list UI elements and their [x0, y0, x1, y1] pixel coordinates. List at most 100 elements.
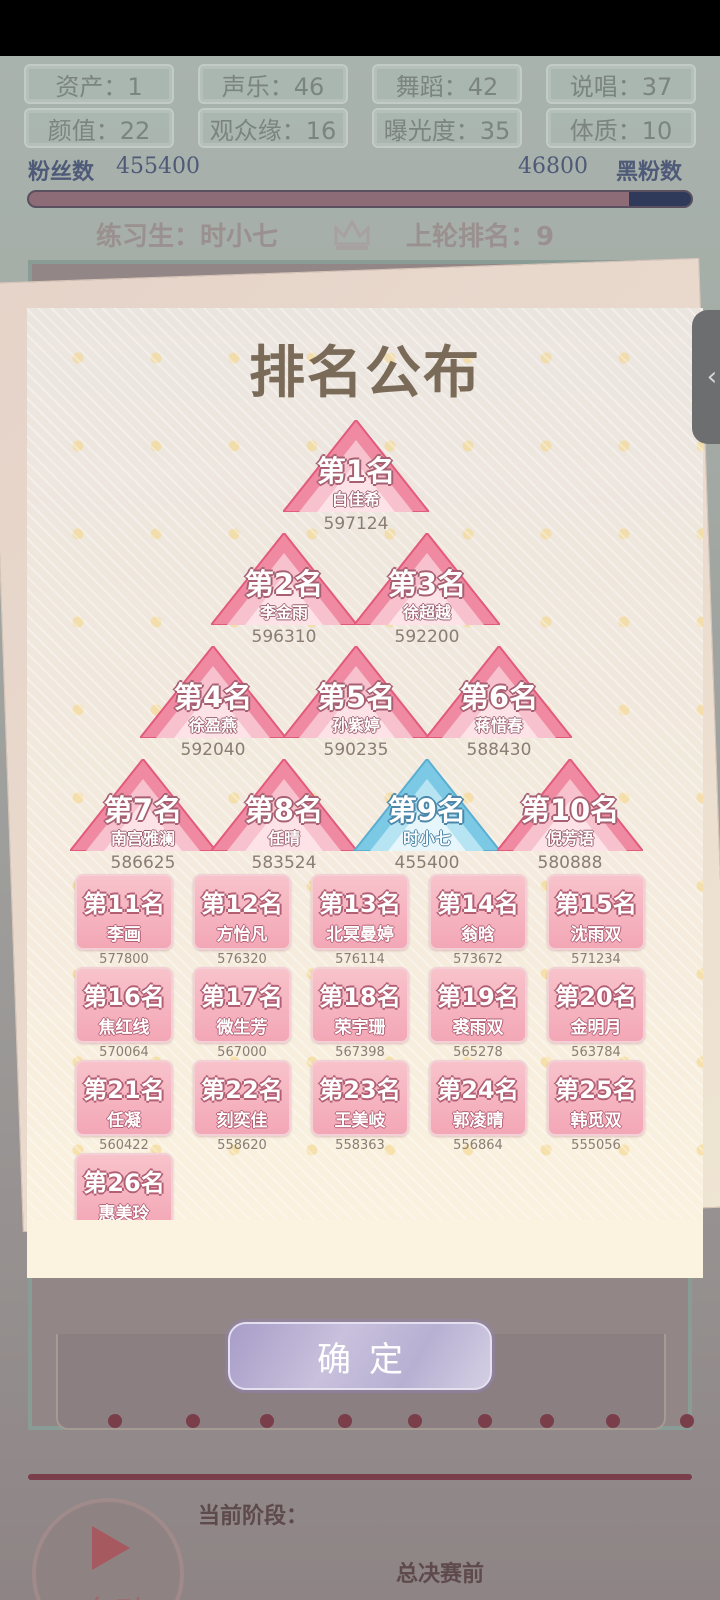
rank-triangle: 第1名 白佳希: [283, 420, 429, 512]
stat-box: 体质：10: [546, 108, 696, 148]
rank-number: 第19名: [437, 983, 519, 1011]
trainee-name: 金明月: [570, 1018, 622, 1038]
trainee-name: 翁晗: [461, 925, 495, 945]
stat-box: 舞蹈：42: [372, 64, 522, 104]
trainee-name: 南宫雅澜: [110, 829, 175, 848]
rank-score: 573672: [453, 952, 503, 967]
rank-triangle: 第3名徐超越: [354, 533, 500, 625]
stage-progress-dot: [260, 1414, 274, 1428]
rank-score: 580888: [537, 853, 603, 873]
rank-number: 第15名: [555, 890, 637, 918]
panel-bottom-margin: [27, 1220, 703, 1278]
side-tab[interactable]: ‹: [692, 310, 720, 444]
auto-label: 自动: [36, 1586, 180, 1600]
rank-card: 第17名微生芳: [193, 967, 291, 1043]
rank-score: 597124: [323, 514, 389, 534]
rank-number: 第11名: [83, 890, 165, 918]
trainee-name: 徐超越: [402, 603, 451, 622]
play-icon: [92, 1526, 130, 1570]
ranking-announcement-panel: 排名公布 第1名 白佳希 597124 第2名 李金雨 596310 第3名 徐超越 59220…: [27, 308, 703, 1278]
trainee-name: 任凝: [107, 1111, 141, 1131]
rank-number: 第23名: [319, 1076, 401, 1104]
rank-score: 583524: [251, 853, 317, 873]
stage-progress-dot: [186, 1414, 200, 1428]
trainee-name: 微生芳: [216, 1018, 268, 1038]
rank-triangle: 第4名 徐盈燕: [140, 646, 286, 738]
rank-number: 第26名: [83, 1169, 165, 1197]
rank-number: 第1名: [316, 454, 396, 488]
rank-score: 588430: [466, 740, 532, 760]
rank-number: 第4名: [173, 680, 253, 714]
rank-number: 第8名: [244, 793, 324, 827]
rank-score: 556864: [453, 1138, 503, 1153]
rank-number: 第13名: [319, 890, 401, 918]
stat-box: 资产：1: [24, 64, 174, 104]
trainee-name: 孙紫婷: [331, 716, 380, 735]
fans-value: 455400: [116, 154, 200, 179]
rank-number: 第21名: [83, 1076, 165, 1104]
stage-progress-dot: [606, 1414, 620, 1428]
trainee-name: 沈雨双: [570, 925, 622, 945]
chevron-left-icon: ‹: [706, 362, 718, 392]
rank-number: 第24名: [437, 1076, 519, 1104]
rank-score: 576320: [217, 952, 267, 967]
trainee-name: 蒋惜春: [474, 716, 523, 735]
auto-button[interactable]: 自动: [32, 1498, 184, 1600]
stage-progress-dot: [680, 1414, 694, 1428]
rank-card: 第18名 荣宇珊: [311, 967, 409, 1043]
rank-card: 第12名 方怡凡: [193, 874, 291, 950]
rank-score: 586625: [110, 853, 176, 873]
trainee-name: 倪芳语: [545, 829, 594, 848]
stage-progress-dot: [478, 1414, 492, 1428]
rank-number: 第2名: [244, 567, 324, 601]
rank-score: 567000: [217, 1045, 267, 1060]
crown-icon: [334, 218, 370, 250]
rank-card: 第19名裘雨双: [429, 967, 527, 1043]
rank-score: 577800: [99, 952, 149, 967]
rank-triangle: 第6名蒋惜春: [426, 646, 572, 738]
rank-card: 第20名金明月: [547, 967, 645, 1043]
rank-score: 558363: [335, 1138, 385, 1153]
stat-box: 说唱：37: [546, 64, 696, 104]
rank-number: 第10名: [520, 793, 620, 827]
stage-label: 当前阶段：: [198, 1503, 309, 1529]
rank-number: 第16名: [83, 983, 165, 1011]
stat-box: 颜值：22: [24, 108, 174, 148]
rank-number: 第17名: [201, 983, 283, 1011]
rank-number: 第3名: [387, 567, 467, 601]
stage-progress-dot: [408, 1414, 422, 1428]
rank-number: 第22名: [201, 1076, 283, 1104]
trainee-name: 荣宇珊: [334, 1018, 386, 1038]
rank-score: 567398: [335, 1045, 385, 1060]
confirm-button[interactable]: 确定: [228, 1322, 492, 1390]
rank-score: 565278: [453, 1045, 503, 1060]
rank-number: 第7名: [103, 793, 183, 827]
rank-score: 576114: [335, 952, 385, 967]
rank-number: 第12名: [201, 890, 283, 918]
trainee-name: 焦红线: [98, 1018, 150, 1038]
rank-score: 455400: [394, 853, 460, 873]
rank-card: 第14名翁晗: [429, 874, 527, 950]
fans-ratio-fill: [29, 192, 630, 206]
trainee-name: 韩觅双: [570, 1111, 622, 1131]
trainee-name: 北冥曼婷: [326, 925, 394, 945]
trainee-name: 郭凌晴: [452, 1111, 504, 1131]
rank-card: 第26名 惠美玲: [75, 1153, 173, 1229]
trainee-name: 裘雨双: [452, 1018, 504, 1038]
rank-card: 第15名沈雨双: [547, 874, 645, 950]
trainee-name: 刻奕佳: [216, 1111, 268, 1131]
stage-progress-dot: [540, 1414, 554, 1428]
rank-score: 592040: [180, 740, 246, 760]
stage-progress-dot: [108, 1414, 122, 1428]
rank-triangle: 第7名南宫雅澜: [70, 759, 216, 851]
rank-number: 第9名: [387, 793, 467, 827]
rank-number: 第6名: [459, 680, 539, 714]
stat-box: 曝光度：35: [372, 108, 522, 148]
rank-card: 第16名焦红线: [75, 967, 173, 1043]
rank-number: 第14名: [437, 890, 519, 918]
rank-score: 570064: [99, 1045, 149, 1060]
rank-card: 第13名北冥曼婷: [311, 874, 409, 950]
rank-number: 第20名: [555, 983, 637, 1011]
trainee-name: 练习生：时小七: [96, 222, 279, 252]
rank-score: 592200: [394, 627, 460, 647]
